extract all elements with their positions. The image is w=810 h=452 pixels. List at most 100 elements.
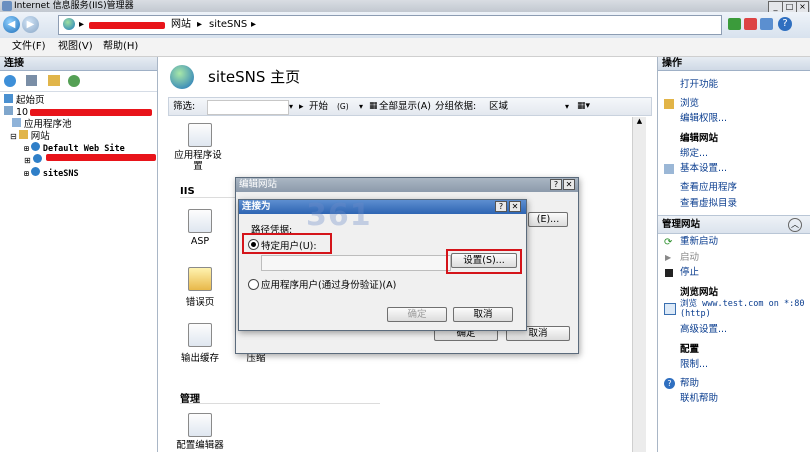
specific-user-radio[interactable] [248,239,259,250]
view-mode-icon[interactable]: ▦▾ [577,98,590,115]
address-breadcrumb[interactable]: ▸ 网站 ▸ siteSNS ▸ [58,15,722,35]
filter-input[interactable] [207,100,289,115]
action-basic-settings[interactable]: 基本设置... [680,163,727,175]
menu-help[interactable]: 帮助(H) [103,38,138,56]
action-limits[interactable]: 限制... [680,359,708,371]
connect-as-cancel-button[interactable]: 取消 [453,307,513,322]
expand-icon[interactable]: ⊞ [24,169,29,178]
page-title: siteSNS 主页 [208,68,301,86]
menu-bar: 文件(F) 视图(V) 帮助(H) [0,38,810,57]
address-toolbar: ◀ ▶ ▸ 网站 ▸ siteSNS ▸ ? [0,12,810,39]
explore-folder-icon [664,99,674,109]
app-user-label: 应用程序用户(通过身份验证)(A) [261,280,397,291]
refresh-icon[interactable] [728,18,741,30]
title-bar: Internet 信息服务(IIS)管理器 _ □ × [0,0,810,13]
feature-app-settings[interactable]: 应用程序设置 [170,150,226,172]
restart-icon: ⟳ [664,237,673,248]
error-pages-icon[interactable] [188,267,212,291]
section-iis: IIS [180,186,195,197]
redacted-server-name [89,22,165,29]
show-all-button[interactable]: 全部显示(A) [379,98,431,115]
edit-site-heading: 编辑网站 [680,133,719,144]
asp-icon[interactable] [188,209,212,233]
window-title: Internet 信息服务(IIS)管理器 [14,1,134,11]
action-view-applications[interactable]: 查看应用程序 [680,182,737,194]
save-icon[interactable] [26,75,37,86]
browse-site-heading: 浏览网站 [680,287,719,298]
stop-icon[interactable] [744,18,757,30]
output-cache-icon[interactable] [188,323,212,347]
app-pool-icon [12,118,21,127]
filter-label: 筛选: [173,101,196,112]
start-page-icon [4,94,13,103]
scroll-up-icon[interactable]: ▲ [633,117,646,125]
crumb-sitesns[interactable]: siteSNS [209,18,247,32]
connections-toolbar [0,71,157,92]
expand-icon[interactable]: ⊞ [24,144,29,153]
globe-icon [63,18,75,30]
edit-site-close-button[interactable]: ✕ [563,179,575,190]
server-icon [4,106,13,115]
tree-sitesns[interactable]: ⊞ siteSNS [24,167,79,180]
action-help[interactable]: 帮助 [680,378,699,390]
up-folder-icon[interactable] [48,75,60,86]
start-icon: ▶ [665,253,672,262]
iis-app-icon [2,1,12,11]
disconnect-icon[interactable] [68,75,80,87]
browse-icon [664,303,676,315]
action-edit-permissions[interactable]: 编辑权限... [680,113,727,125]
feature-asp[interactable]: ASP [170,236,230,247]
tree-redacted-site[interactable]: ⊞ [24,154,45,167]
back-arrow-icon[interactable]: ◀ [3,16,20,33]
group-by-value[interactable]: 区域 [489,98,508,115]
start-dropdown-icon[interactable]: ▾ [359,98,363,115]
settings-button[interactable]: 设置(S)... [451,253,517,268]
action-view-virtual-dirs[interactable]: 查看虚拟目录 [680,198,737,210]
feature-output-cache[interactable]: 输出缓存 [170,350,230,364]
home-icon[interactable] [760,18,773,30]
redacted-server-host [30,109,152,116]
connect-as-close-button[interactable]: ✕ [509,201,521,212]
action-advanced-settings[interactable]: 高级设置... [680,324,727,336]
menu-view[interactable]: 视图(V) [58,38,93,56]
connect-as-ok-button[interactable]: 确定 [387,307,447,322]
help-icon[interactable]: ? [778,17,792,31]
config-heading: 配置 [680,344,700,355]
feature-config-editor[interactable]: 配置编辑器 [170,437,230,451]
forward-arrow-icon[interactable]: ▶ [22,16,39,33]
collapse-chevron-icon[interactable]: ︿ [788,218,802,232]
edit-site-titlebar: 编辑网站 [236,178,578,192]
filter-dropdown-icon[interactable]: ▾ [289,98,293,115]
start-filter-button[interactable]: 开始 [309,98,328,115]
collapse-icon[interactable]: ⊟ [10,132,17,141]
action-stop[interactable]: 停止 [680,267,699,279]
help-circle-icon: ? [664,378,675,389]
action-restart[interactable]: 重新启动 [680,236,718,248]
action-open-feature[interactable]: 打开功能 [680,79,718,91]
crumb-sites[interactable]: 网站 [171,18,191,32]
app-settings-icon[interactable] [188,123,212,147]
config-editor-icon[interactable] [188,413,212,437]
specific-user-field[interactable] [261,255,451,271]
group-dropdown-icon[interactable]: ▾ [565,98,569,115]
menu-file[interactable]: 文件(F) [12,38,46,56]
expand-icon[interactable]: ⊞ [24,156,31,165]
action-bindings[interactable]: 绑定... [680,148,708,160]
start-filter-icon: ▸ [299,102,304,112]
edit-site-select-button[interactable]: (E)... [528,212,568,227]
app-user-radio[interactable] [248,279,259,290]
action-start[interactable]: 启动 [680,252,699,264]
edit-site-help-button[interactable]: ? [550,179,562,190]
connect-as-help-button[interactable]: ? [495,201,507,212]
connect-icon[interactable] [4,75,16,87]
action-explore[interactable]: 浏览 [680,98,699,110]
action-online-help[interactable]: 联机帮助 [680,393,718,405]
action-browse-url[interactable]: 浏览 www.test.com on *:80 (http) [680,299,804,319]
basic-settings-icon [664,164,674,174]
feature-error-pages[interactable]: 错误页 [170,294,230,308]
manage-site-header[interactable]: 管理网站 ︿ [658,215,810,234]
site-globe-icon [30,142,40,151]
vertical-scrollbar[interactable]: ▲ [632,117,646,452]
section-divider [180,403,380,404]
connections-header: 连接 [0,57,157,71]
